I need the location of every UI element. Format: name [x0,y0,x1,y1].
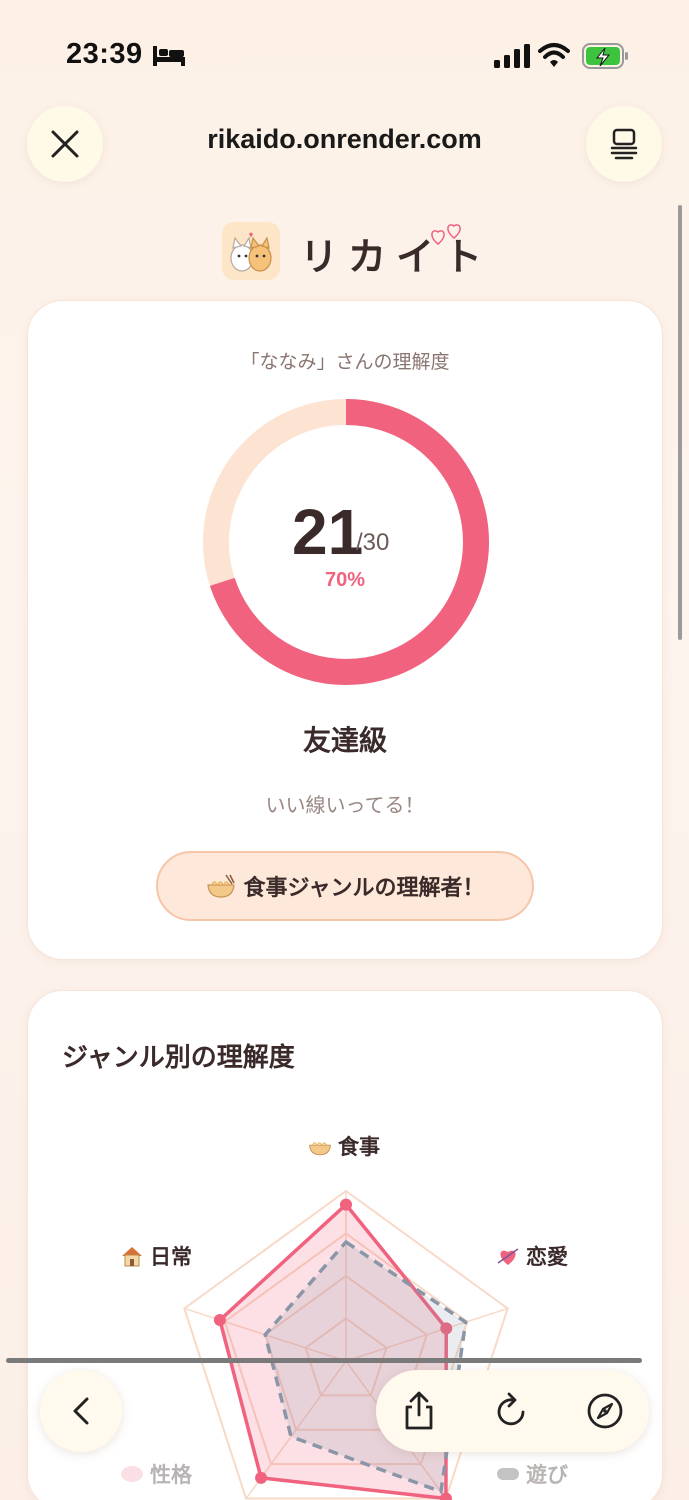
score-percent: 70% [324,569,366,591]
browser-toolbar [376,1370,649,1452]
status-bar: 23:39 [0,0,689,110]
noodle-bowl-icon [206,874,235,898]
score-total: /30 [356,529,390,556]
chevron-left-icon [73,1397,89,1425]
score-card: 「ななみ」さんの理解度 21 /30 70% 友達級 いい線いってる！ 食事ジャ… [27,300,663,960]
compass-button[interactable] [578,1384,632,1438]
bed-icon [153,46,185,66]
signal-icon [494,44,530,68]
toolbar-divider [6,1358,642,1363]
genre-badge: 食事ジャンルの理解者！ [156,851,534,921]
wifi-icon [538,43,570,67]
radar-point [340,1198,352,1211]
back-button[interactable] [40,1370,122,1452]
reload-icon [497,1392,525,1426]
tabs-icon [610,128,638,160]
radar-point [213,1314,226,1327]
score-value: 21 [292,496,364,568]
score-caption: 「ななみ」さんの理解度 [240,351,450,373]
cats-logo-icon [222,222,280,280]
scrollbar[interactable] [678,205,682,640]
genre-card-title: ジャンル別の理解度 [62,1043,295,1073]
battery-charging-icon [582,43,628,69]
page: 23:39 rikaido.onrender.com リカイト 「ななみ」さんの… [0,0,689,1500]
browser-url-bar: rikaido.onrender.com [0,100,689,190]
status-time: 23:39 [66,38,143,70]
badge-text: 食事ジャンルの理解者！ [243,876,485,901]
compass-icon [587,1393,623,1429]
radar-point [255,1471,268,1484]
rank-comment: いい線いってる！ [265,793,425,817]
tabs-button[interactable] [586,106,662,182]
hearts-icon [431,224,461,245]
reload-button[interactable] [484,1384,538,1438]
rank-title: 友達級 [302,724,387,757]
share-button[interactable] [392,1384,446,1438]
share-icon [405,1391,433,1430]
